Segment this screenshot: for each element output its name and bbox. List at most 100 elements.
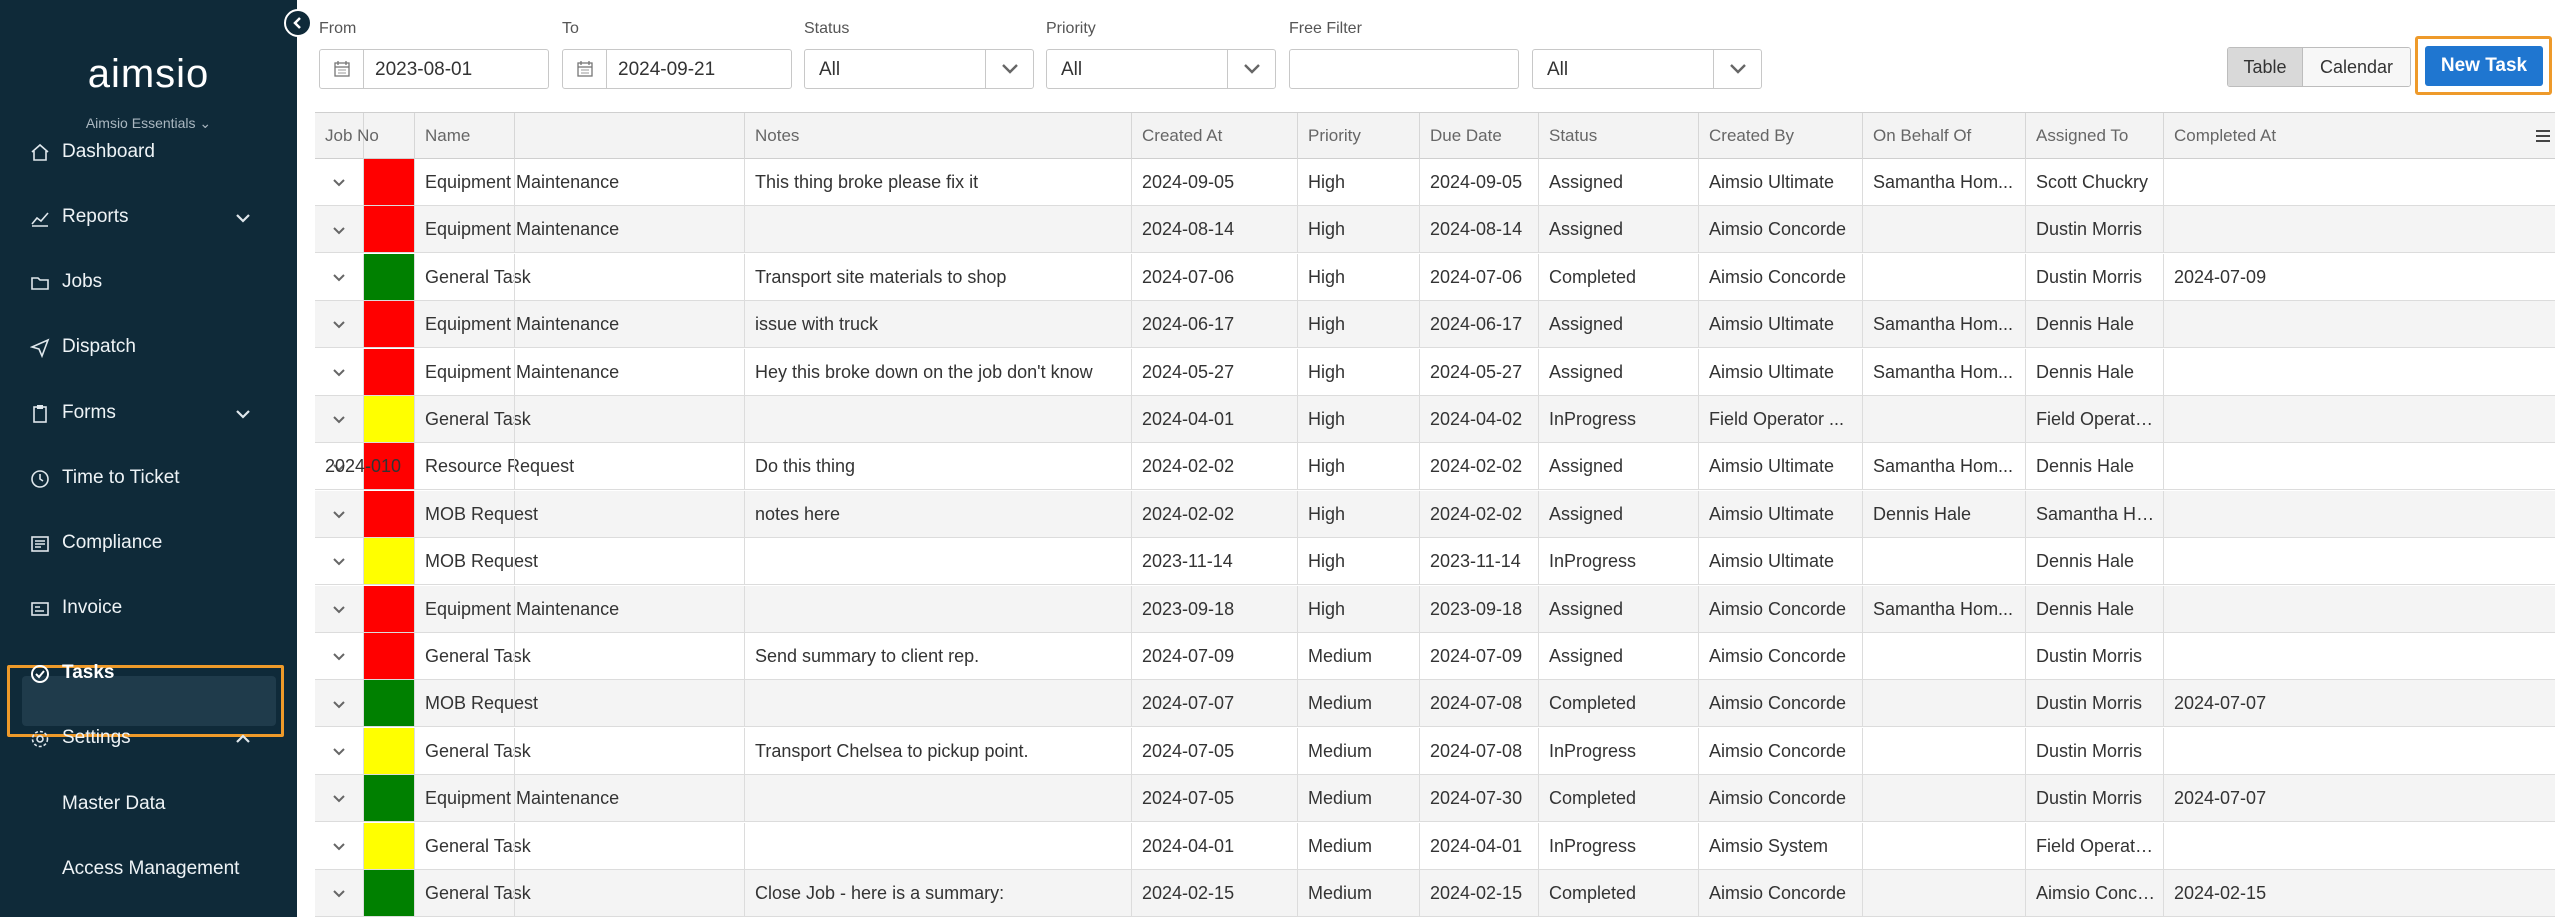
cell-completed-at: 2024-07-09 [2164,254,2555,300]
cell-created-at: 2024-07-05 [1132,727,1298,774]
table-row[interactable]: General Task Send summary to client rep. 2… [315,633,2555,680]
cell-status: InProgress [1539,538,1699,585]
cell-on-behalf-of [1863,253,2026,300]
view-toggle: Table Calendar [2227,47,2411,87]
cell-priority: Medium [1298,680,1420,727]
cell-on-behalf-of [1863,680,2026,727]
cell-notes [745,538,1132,585]
column-header-notes[interactable]: Notes [745,113,1132,159]
cell-created-at: 2024-07-07 [1132,680,1298,727]
priority-select[interactable]: All [1046,49,1276,89]
cell-notes: notes here [745,490,1132,537]
collapse-sidebar-button[interactable] [284,9,312,37]
table-row[interactable]: General Task 2024-04-01 High 2024-04-02 InPr… [315,396,2555,443]
table-row[interactable]: Resource Request Do this thing 2024-02-02 H… [315,443,2555,491]
cell-due-date: 2024-09-05 [1420,159,1539,205]
cell-status: InProgress [1539,396,1699,442]
chevron-up-icon [236,734,250,743]
cell-status: Completed [1539,775,1699,822]
table-row[interactable]: Equipment Maintenance Hey this broke down… [315,348,2555,396]
cell-assigned-to: Dennis Hale [2026,348,2164,395]
cell-created-at: 2024-07-05 [1132,775,1298,822]
table-row[interactable]: Equipment Maintenance 2024-08-14 High 2024-… [315,206,2555,254]
sidebar-item-access-management[interactable]: Access Management [0,841,297,897]
cell-created-at: 2024-07-06 [1132,253,1298,300]
cell-completed-at [2164,206,2555,252]
cell-job-no [315,775,515,822]
cell-on-behalf-of [1863,775,2026,822]
cell-priority: High [1298,490,1420,537]
cell-job-no: 2024-010 [315,443,515,490]
cell-notes [745,206,1132,253]
cell-status: Assigned [1539,633,1699,679]
table-row[interactable]: MOB Request 2023-11-14 High 2023-11-14 InPro… [315,538,2555,586]
cell-job-no [315,680,515,727]
column-header-on-behalf-of[interactable]: On Behalf Of [1863,113,2026,159]
cell-created-by: Aimsio Concorde [1699,633,1863,679]
table-row[interactable]: Equipment Maintenance issue with truck 202… [315,301,2555,349]
table-row[interactable]: Equipment Maintenance This thing broke pl… [315,159,2555,206]
column-header-created-by[interactable]: Created By [1699,113,1863,159]
cell-priority: High [1298,538,1420,585]
cell-created-at: 2024-09-05 [1132,159,1298,205]
sidebar-item-label: Dashboard [62,141,155,162]
sidebar-item-forms[interactable]: Forms [0,385,297,441]
cell-priority: High [1298,159,1420,205]
new-task-button[interactable]: New Task [2425,46,2543,86]
sidebar-item-label: Reports [62,206,129,227]
column-header-status[interactable]: Status [1539,113,1699,159]
cell-created-at: 2024-02-02 [1132,490,1298,537]
sidebar-item-jobs[interactable]: Jobs [0,254,297,310]
sidebar-item-settings[interactable]: Settings [0,710,297,766]
column-header-due-date[interactable]: Due Date [1420,113,1539,159]
clock-icon [31,470,49,488]
sidebar-item-label: Forms [62,402,116,423]
cell-assigned-to: Dustin Morris [2026,206,2164,253]
sidebar-item-tasks[interactable]: Tasks [0,645,297,701]
table-row[interactable]: General Task Transport Chelsea to pickup … [315,727,2555,775]
free-filter-input[interactable] [1289,49,1519,89]
column-header-completed-at[interactable]: Completed At [2164,113,2555,159]
column-header-created-at[interactable]: Created At [1132,113,1298,159]
cell-completed-at [2164,396,2555,442]
sidebar-item-invoice[interactable]: Invoice [0,580,297,636]
status-select[interactable]: All [804,49,1034,89]
table-row[interactable]: MOB Request 2024-07-07 Medium 2024-07-08 Com… [315,680,2555,728]
table-row[interactable]: Equipment Maintenance 2024-07-05 Medium 202… [315,775,2555,823]
table-row[interactable]: MOB Request notes here 2024-02-02 High 2024-… [315,490,2555,538]
cell-due-date: 2024-06-17 [1420,301,1539,348]
sidebar-item-label: Tasks [62,662,115,683]
table-row[interactable]: General Task Close Job - here is a summar… [315,870,2555,917]
sidebar-item-compliance[interactable]: Compliance [0,515,297,571]
column-header-priority[interactable]: Priority [1298,113,1420,159]
from-date-field[interactable]: 2023-08-01 [319,49,549,89]
cell-created-at: 2024-02-15 [1132,870,1298,916]
sidebar-item-reports[interactable]: Reports [0,189,297,245]
sidebar-item-dashboard[interactable]: Dashboard [0,124,297,180]
cell-notes [745,396,1132,442]
to-date-field[interactable]: 2024-09-21 [562,49,792,89]
cell-priority: Medium [1298,870,1420,916]
sidebar-item-time-to-ticket[interactable]: Time to Ticket [0,450,297,506]
column-menu-icon[interactable] [2530,113,2555,159]
cell-status: Assigned [1539,585,1699,632]
cell-status: Assigned [1539,159,1699,205]
sidebar-item-dispatch[interactable]: Dispatch [0,319,297,375]
cell-status: Assigned [1539,443,1699,490]
extra-filter-select[interactable]: All [1532,49,1762,89]
sidebar-item-master-data[interactable]: Master Data [0,776,297,832]
table-row[interactable]: Equipment Maintenance 2023-09-18 High 2023-… [315,585,2555,633]
cell-priority: High [1298,206,1420,253]
cell-assigned-to: Samantha Hom... [2026,490,2164,537]
table-view-button[interactable]: Table [2228,48,2303,86]
cell-on-behalf-of: Samantha Hom... [1863,585,2026,632]
cell-job-no [315,538,515,585]
cell-on-behalf-of [1863,538,2026,585]
sidebar-item-label: Settings [62,727,131,748]
table-row[interactable]: General Task 2024-04-01 Medium 2024-04-01 In… [315,822,2555,870]
column-header-assigned-to[interactable]: Assigned To [2026,113,2164,159]
calendar-icon [563,50,607,88]
calendar-view-button[interactable]: Calendar [2303,48,2410,86]
column-header-job-no[interactable]: Job No [315,113,515,159]
table-row[interactable]: General Task Transport site materials to … [315,253,2555,301]
